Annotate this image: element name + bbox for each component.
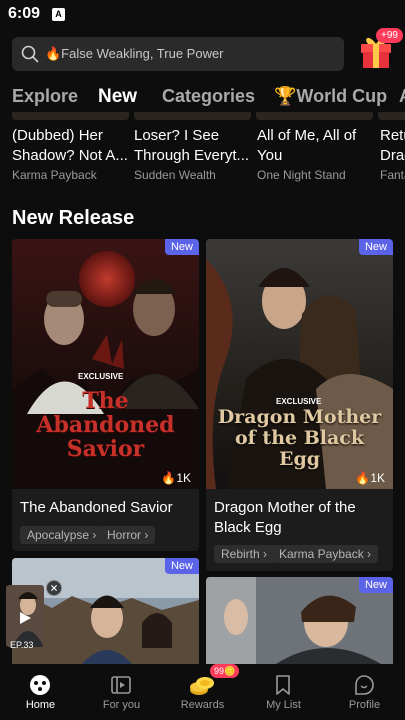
bookmark-icon bbox=[276, 675, 290, 695]
tab-more[interactable]: A bbox=[399, 86, 405, 107]
mini-player-episode: EP.33 bbox=[10, 640, 34, 650]
new-badge: New bbox=[358, 577, 393, 593]
tab-explore[interactable]: Explore bbox=[12, 86, 78, 107]
drama-card[interactable]: EXCLUSIVE Dragon Mother of the Black Egg… bbox=[206, 239, 393, 571]
nav-label: Home bbox=[25, 699, 56, 711]
prev-title[interactable]: (Dubbed) Her Shadow? Not A... bbox=[12, 126, 129, 166]
prev-title[interactable]: Loser? I See Through Everyt... bbox=[134, 126, 251, 166]
gift-badge: +99 bbox=[376, 28, 403, 43]
nav-label: Rewards bbox=[180, 699, 225, 711]
drama-card[interactable]: New bbox=[206, 577, 393, 664]
card-title[interactable]: The Abandoned Savior bbox=[20, 498, 190, 518]
prev-thumb[interactable] bbox=[256, 112, 373, 120]
tab-world-cup[interactable]: 🏆World Cup bbox=[274, 86, 387, 107]
notification-icon: A bbox=[52, 8, 65, 21]
search-bar[interactable]: 🔥False Weakling, True Power bbox=[12, 37, 344, 71]
genre-chip[interactable]: Rebirth › bbox=[214, 545, 275, 563]
search-icon bbox=[21, 45, 39, 63]
prev-tag: Karma Payback bbox=[12, 168, 97, 182]
genre-chip[interactable]: Karma Payback › bbox=[272, 545, 379, 563]
prev-thumb[interactable] bbox=[12, 112, 129, 120]
status-time: 6:09 bbox=[8, 5, 41, 22]
status-bar: 6:09 A bbox=[0, 0, 405, 28]
nav-label: Profile bbox=[348, 699, 381, 711]
prev-title[interactable]: All of Me, All of You bbox=[257, 126, 374, 166]
nav-label: For you bbox=[102, 699, 141, 711]
nav-for-you[interactable]: For you bbox=[81, 664, 162, 720]
mini-player-thumb bbox=[6, 585, 44, 647]
poster-image[interactable]: EXCLUSIVE Dragon Mother of the Black Egg… bbox=[206, 239, 393, 489]
card-info: Dragon Mother of the Black Egg Rebirth ›… bbox=[206, 489, 393, 571]
exclusive-label: EXCLUSIVE bbox=[78, 372, 124, 381]
mini-player[interactable] bbox=[6, 585, 44, 647]
section-title: New Release bbox=[12, 207, 135, 229]
poster-title: The Abandoned Savior bbox=[36, 388, 175, 462]
rewards-badge: 99🪙 bbox=[210, 664, 240, 678]
prev-thumb[interactable] bbox=[378, 112, 405, 120]
new-badge: New bbox=[164, 558, 199, 574]
prev-tag: One Night Stand bbox=[257, 168, 346, 182]
profile-icon bbox=[355, 675, 374, 695]
category-tabs: Explore New Categories 🏆World Cup A bbox=[0, 82, 405, 112]
search-placeholder: 🔥False Weakling, True Power bbox=[45, 46, 224, 61]
tab-new[interactable]: New bbox=[98, 86, 137, 108]
genre-chip[interactable]: Horror › bbox=[100, 526, 156, 544]
for-you-icon bbox=[111, 676, 131, 694]
nav-profile[interactable]: Profile bbox=[324, 664, 405, 720]
tab-categories[interactable]: Categories bbox=[162, 86, 255, 107]
prev-thumb[interactable] bbox=[134, 112, 251, 120]
view-count: 🔥1K bbox=[161, 471, 191, 485]
drama-card[interactable]: EXCLUSIVE The Abandoned Savior New 🔥1K T… bbox=[12, 239, 199, 551]
previous-row: (Dubbed) Her Shadow? Not A... Karma Payb… bbox=[0, 112, 405, 192]
card-title[interactable]: Dragon Mother of the Black Egg bbox=[214, 498, 384, 538]
rewards-icon bbox=[190, 677, 214, 695]
view-count: 🔥1K bbox=[355, 471, 385, 485]
bottom-nav: Home For you Rewards My List Profile bbox=[0, 664, 405, 720]
poster-image[interactable]: EXCLUSIVE The Abandoned Savior New 🔥1K bbox=[12, 239, 199, 489]
prev-tag: Sudden Wealth bbox=[134, 168, 216, 182]
poster-image[interactable]: New bbox=[206, 577, 393, 664]
prev-tag: Fanta bbox=[380, 168, 405, 182]
poster-title: Dragon Mother of the Black Egg bbox=[217, 406, 382, 470]
exclusive-label: EXCLUSIVE bbox=[276, 397, 322, 406]
genre-chip[interactable]: Apocalypse › bbox=[20, 526, 104, 544]
card-info: The Abandoned Savior Apocalypse › Horror… bbox=[12, 489, 199, 551]
new-badge: New bbox=[164, 239, 199, 255]
prev-title[interactable]: Retu Drag bbox=[380, 126, 405, 166]
home-icon bbox=[30, 675, 50, 695]
nav-label: My List bbox=[266, 699, 301, 711]
close-icon[interactable] bbox=[46, 580, 62, 596]
new-badge: New bbox=[358, 239, 393, 255]
nav-home[interactable]: Home bbox=[0, 664, 81, 720]
nav-my-list[interactable]: My List bbox=[243, 664, 324, 720]
